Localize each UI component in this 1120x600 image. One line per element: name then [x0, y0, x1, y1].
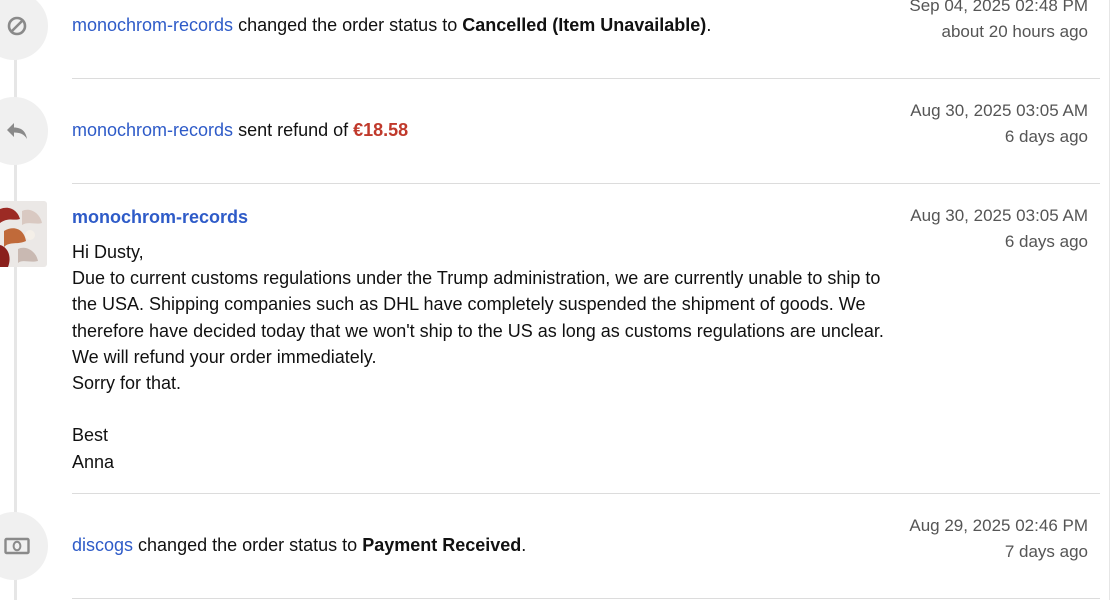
event-date: Aug 29, 2025 02:46 PM — [909, 516, 1088, 535]
panel-right-edge — [1109, 0, 1120, 600]
event-timestamp: Aug 29, 2025 02:46 PM 7 days ago — [909, 513, 1088, 565]
status-change-text: discogs changed the order status to Paym… — [72, 532, 526, 558]
event-text-end: . — [521, 535, 527, 555]
message-author[interactable]: monochrom-records — [72, 204, 248, 230]
event-divider — [72, 183, 1100, 184]
event-date: Aug 30, 2025 03:05 AM — [910, 206, 1088, 225]
event-divider — [72, 598, 1100, 599]
event-text-end: . — [706, 15, 712, 35]
actor-link[interactable]: discogs — [72, 535, 133, 555]
message-line: the USA. Shipping companies such as DHL … — [72, 294, 866, 315]
message-line: We will refund your order immediately. — [72, 346, 377, 367]
actor-link[interactable]: monochrom-records — [72, 15, 233, 35]
message-body: Hi Dusty, Due to current customs regulat… — [72, 239, 932, 475]
message-line: Anna — [72, 451, 115, 472]
cancel-icon — [0, 0, 48, 60]
event-date: Sep 04, 2025 02:48 PM — [909, 0, 1088, 15]
refund-text: monochrom-records sent refund of €18.58 — [72, 117, 408, 143]
order-status: Payment Received — [362, 535, 522, 555]
timeline-spine — [14, 0, 17, 600]
message-line: Hi Dusty, — [72, 242, 144, 262]
event-timestamp: Sep 04, 2025 02:48 PM about 20 hours ago — [909, 0, 1088, 45]
reply-icon — [0, 97, 48, 165]
message-line: therefore have decided today that we won… — [72, 320, 884, 341]
event-relative-time: 7 days ago — [1004, 542, 1088, 561]
event-text: changed the order status to — [133, 535, 363, 555]
message-line: Best — [72, 425, 109, 446]
event-relative-time: 6 days ago — [1004, 232, 1088, 251]
avatar — [0, 201, 47, 267]
message-line: Sorry for that. — [72, 373, 182, 394]
event-text: changed the order status to — [233, 15, 463, 35]
banknote-icon — [0, 512, 48, 580]
refund-amount: €18.58 — [353, 120, 409, 140]
actor-link[interactable]: monochrom-records — [72, 120, 233, 140]
event-divider — [72, 493, 1100, 494]
event-divider — [72, 78, 1100, 79]
order-status: Cancelled (Item Unavailable) — [462, 15, 707, 35]
order-activity-timeline: monochrom-records changed the order stat… — [0, 0, 1120, 600]
message-line — [72, 396, 932, 422]
event-timestamp: Aug 30, 2025 03:05 AM 6 days ago — [910, 203, 1088, 255]
status-change-text: monochrom-records changed the order stat… — [72, 12, 711, 38]
event-text: sent refund of — [233, 120, 354, 140]
message-line: Due to current customs regulations under… — [72, 268, 881, 289]
event-timestamp: Aug 30, 2025 03:05 AM 6 days ago — [910, 98, 1088, 150]
event-date: Aug 30, 2025 03:05 AM — [910, 101, 1088, 120]
event-relative-time: about 20 hours ago — [941, 22, 1088, 41]
event-relative-time: 6 days ago — [1004, 127, 1088, 146]
